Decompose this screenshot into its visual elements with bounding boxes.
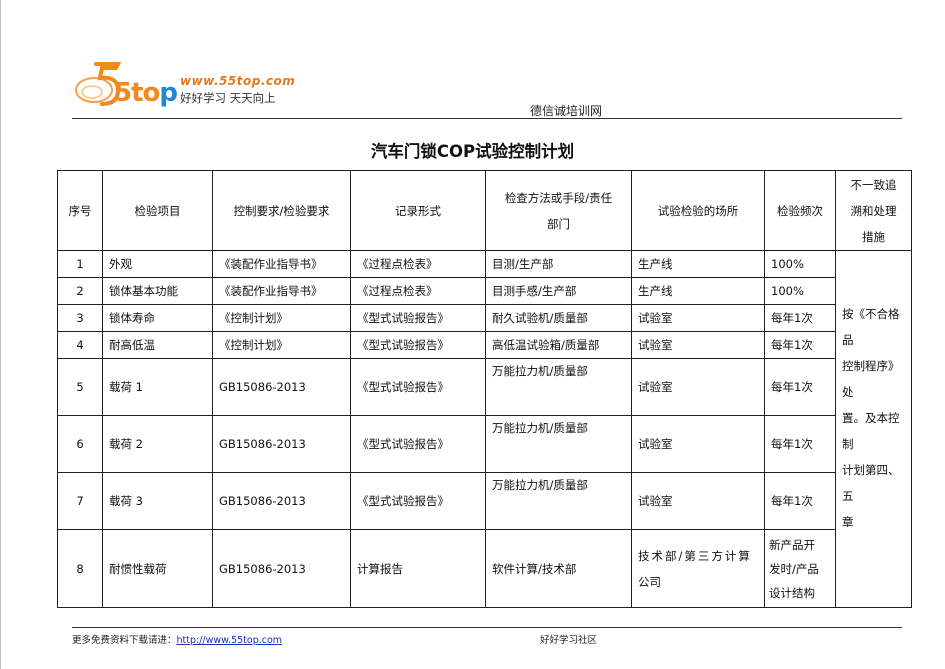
site-name: 德信诚培训网 [530, 104, 603, 118]
cell-freq: 100% [764, 250, 836, 278]
header-divider [72, 118, 902, 119]
cell-item: 锁体基本功能 [102, 277, 213, 305]
cell-no: 3 [57, 304, 103, 332]
cell-place: 技术部/第三方计算 公司 [631, 529, 765, 608]
cell-no: 8 [57, 529, 103, 608]
cell-item: 载荷 2 [102, 415, 213, 473]
header-item: 检验项目 [102, 170, 213, 251]
table-row: 8 耐惯性载荷 GB15086-2013 计算报告 软件计算/技术部 技术部/第… [57, 529, 912, 608]
cell-item: 外观 [102, 250, 213, 278]
header-no: 序号 [57, 170, 103, 251]
cell-method: 高低温试验箱/质量部 [485, 331, 632, 359]
cell-record: 《过程点检表》 [350, 250, 486, 278]
cell-method: 万能拉力机/质量部 [485, 415, 632, 473]
page-left-edge [0, 0, 1, 669]
table-row: 2 锁体基本功能 《装配作业指导书》 《过程点检表》 目测手感/生产部 生产线 … [57, 277, 912, 305]
table-row: 6 载荷 2 GB15086-2013 《型式试验报告》 万能拉力机/质量部 试… [57, 415, 912, 473]
document-title: 汽车门锁COP试验控制计划 [370, 142, 575, 161]
cell-freq: 新产品开 发时/产品 设计结构 [764, 529, 836, 608]
cell-no: 5 [57, 358, 103, 416]
cell-method: 耐久试验机/质量部 [485, 304, 632, 332]
cell-no: 4 [57, 331, 103, 359]
cell-method: 软件计算/技术部 [485, 529, 632, 608]
cell-item: 载荷 3 [102, 472, 213, 530]
cell-requirement: 《控制计划》 [212, 331, 351, 359]
table-header-row: 序号 检验项目 控制要求/检验要求 记录形式 检查方法或手段/责任 部门 试验检… [57, 170, 912, 251]
cell-method: 目测/生产部 [485, 250, 632, 278]
cell-no: 1 [57, 250, 103, 278]
cell-method: 万能拉力机/质量部 [485, 472, 632, 530]
cell-place: 试验室 [631, 415, 765, 473]
table-row: 5 载荷 1 GB15086-2013 《型式试验报告》 万能拉力机/质量部 试… [57, 358, 912, 416]
logo-brand: 5top [114, 78, 178, 108]
cell-record: 《型式试验报告》 [350, 331, 486, 359]
header-method: 检查方法或手段/责任 部门 [485, 170, 632, 251]
cell-requirement: GB15086-2013 [212, 529, 351, 608]
footer-divider [72, 627, 902, 628]
cell-record: 《型式试验报告》 [350, 304, 486, 332]
logo-slogan: 好好学习 天天向上 [180, 91, 276, 105]
cell-item: 耐高低温 [102, 331, 213, 359]
cell-freq: 每年1次 [764, 415, 836, 473]
logo-url: www.55top.com [180, 74, 296, 88]
footer-community: 好好学习社区 [540, 635, 598, 646]
cell-requirement: GB15086-2013 [212, 472, 351, 530]
cell-no: 2 [57, 277, 103, 305]
cell-record: 计算报告 [350, 529, 486, 608]
cell-item: 锁体寿命 [102, 304, 213, 332]
table-row: 4 耐高低温 《控制计划》 《型式试验报告》 高低温试验箱/质量部 试验室 每年… [57, 331, 912, 359]
cell-no: 7 [57, 472, 103, 530]
footer-link[interactable]: http://www.55top.com [177, 635, 283, 646]
cell-freq: 每年1次 [764, 472, 836, 530]
cell-requirement: GB15086-2013 [212, 415, 351, 473]
cell-method: 万能拉力机/质量部 [485, 358, 632, 416]
cell-record: 《型式试验报告》 [350, 472, 486, 530]
cell-freq: 每年1次 [764, 331, 836, 359]
cell-place: 试验室 [631, 472, 765, 530]
table-row: 1 外观 《装配作业指导书》 《过程点检表》 目测/生产部 生产线 100% 按… [57, 250, 912, 608]
cell-item: 耐惯性载荷 [102, 529, 213, 608]
header-requirement: 控制要求/检验要求 [212, 170, 351, 251]
cell-no: 6 [57, 415, 103, 473]
site-logo[interactable]: 5top www.55top.com 好好学习 天天向上 [72, 58, 312, 116]
cell-place: 试验室 [631, 331, 765, 359]
cell-freq: 100% [764, 277, 836, 305]
cell-requirement: GB15086-2013 [212, 358, 351, 416]
cell-place: 生产线 [631, 277, 765, 305]
cell-place: 生产线 [631, 250, 765, 278]
cell-measure: 按《不合格 品 控制程序》 处 置。及本控 制 计划第四、 五 章 [835, 250, 912, 608]
cell-place: 试验室 [631, 358, 765, 416]
cell-place: 试验室 [631, 304, 765, 332]
control-plan-table: 序号 检验项目 控制要求/检验要求 记录形式 检查方法或手段/责任 部门 试验检… [57, 170, 912, 608]
table-row: 7 载荷 3 GB15086-2013 《型式试验报告》 万能拉力机/质量部 试… [57, 472, 912, 530]
header-measure: 不一致追 溯和处理 措施 [835, 170, 912, 251]
footer-download-note: 更多免费资料下载请进：http://www.55top.com [72, 635, 283, 646]
cell-freq: 每年1次 [764, 358, 836, 416]
cell-requirement: 《控制计划》 [212, 304, 351, 332]
cell-record: 《型式试验报告》 [350, 415, 486, 473]
cell-record: 《型式试验报告》 [350, 358, 486, 416]
header-record: 记录形式 [350, 170, 486, 251]
cell-requirement: 《装配作业指导书》 [212, 250, 351, 278]
cell-method: 目测手感/生产部 [485, 277, 632, 305]
header-freq: 检验频次 [764, 170, 836, 251]
cell-record: 《过程点检表》 [350, 277, 486, 305]
header-place: 试验检验的场所 [631, 170, 765, 251]
table-row: 3 锁体寿命 《控制计划》 《型式试验报告》 耐久试验机/质量部 试验室 每年1… [57, 304, 912, 332]
cell-item: 载荷 1 [102, 358, 213, 416]
cell-freq: 每年1次 [764, 304, 836, 332]
cell-requirement: 《装配作业指导书》 [212, 277, 351, 305]
